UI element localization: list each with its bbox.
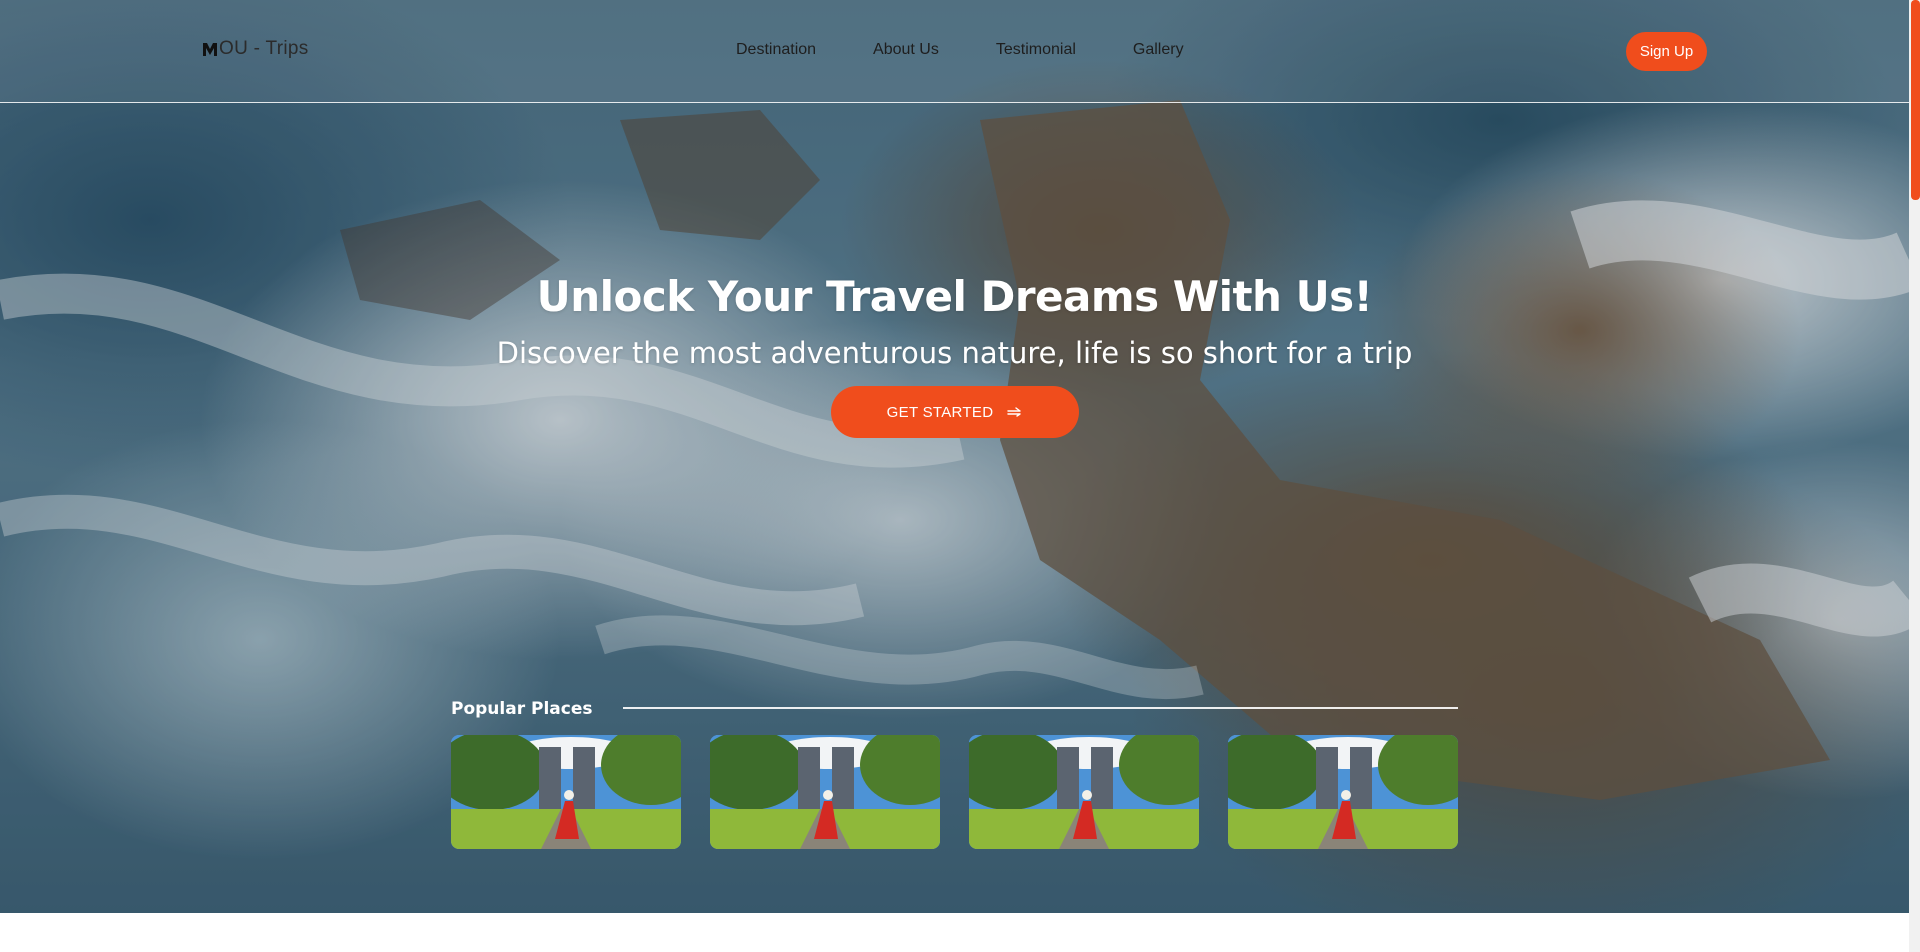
nav-link-testimonial[interactable]: Testimonial — [996, 41, 1076, 59]
brand-name: OU - Trips — [219, 38, 309, 59]
mountain-m-icon — [203, 43, 217, 56]
popular-places-list — [451, 735, 1458, 849]
arrow-right-icon — [1007, 407, 1022, 417]
nav-link-about-us[interactable]: About Us — [873, 41, 939, 59]
temple-gate-photo — [451, 735, 681, 849]
place-card[interactable] — [1228, 735, 1458, 849]
get-started-label: GET STARTED — [886, 403, 994, 421]
brand-logo[interactable]: OU - Trips — [202, 38, 309, 60]
temple-gate-photo — [969, 735, 1199, 849]
place-card[interactable] — [710, 735, 940, 849]
sign-up-button[interactable]: Sign Up — [1626, 32, 1707, 71]
get-started-button[interactable]: GET STARTED — [831, 386, 1079, 438]
hero-subtitle: Discover the most adventurous nature, li… — [496, 336, 1413, 370]
nav-link-gallery[interactable]: Gallery — [1133, 41, 1184, 59]
temple-gate-photo — [1228, 735, 1458, 849]
place-card[interactable] — [969, 735, 1199, 849]
page-scrollbar-thumb[interactable] — [1911, 0, 1920, 200]
top-navbar: OU - Trips Destination About Us Testimon… — [0, 0, 1909, 103]
hero-title: Unlock Your Travel Dreams With Us! — [536, 272, 1373, 321]
place-card[interactable] — [451, 735, 681, 849]
main-nav: Destination About Us Testimonial Gallery — [736, 41, 1184, 59]
popular-places-heading: Popular Places — [451, 699, 593, 719]
nav-link-destination[interactable]: Destination — [736, 41, 816, 59]
temple-gate-photo — [710, 735, 940, 849]
popular-places-divider — [623, 707, 1458, 709]
